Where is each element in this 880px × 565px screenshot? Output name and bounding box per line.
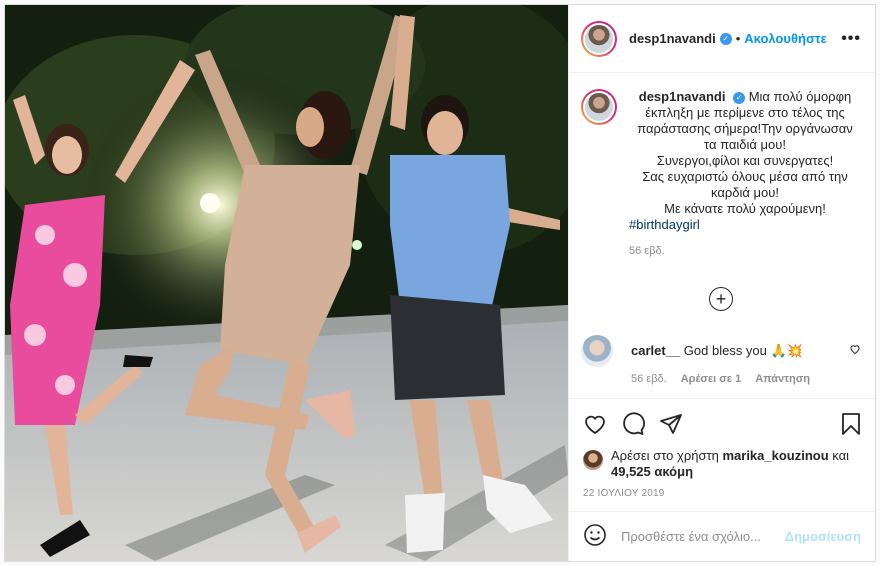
post-dialog: desp1navandi ✓ • Ακολουθήστε ••• desp1na… bbox=[4, 4, 876, 562]
comment-row: carlet__ God bless you 🙏💥 56 εβδ. Αρέσει… bbox=[581, 335, 861, 387]
author-avatar[interactable] bbox=[581, 20, 617, 57]
comment-time[interactable]: 56 εβδ. bbox=[631, 371, 667, 387]
comment-likes[interactable]: Αρέσει σε 1 bbox=[681, 371, 742, 387]
caption-line: Με κάνατε πολύ χαρούμενη! bbox=[664, 201, 826, 216]
commenter-username[interactable]: carlet__ bbox=[631, 343, 680, 358]
heart-icon[interactable] bbox=[583, 412, 607, 436]
caption-line: Μια πολύ όμορφη bbox=[748, 89, 852, 104]
caption-time[interactable]: 56 εβδ. bbox=[629, 243, 861, 259]
verified-icon: ✓ bbox=[719, 32, 732, 45]
reply-button[interactable]: Απάντηση bbox=[755, 371, 810, 387]
more-options-icon[interactable]: ••• bbox=[841, 30, 861, 48]
commenter-avatar[interactable] bbox=[581, 335, 613, 367]
follow-button[interactable]: Ακολουθήστε bbox=[744, 31, 827, 46]
action-bar bbox=[569, 398, 875, 448]
verified-icon: ✓ bbox=[733, 91, 746, 104]
caption-line: Συνεργοι,φίλοι και συνεργατες! bbox=[656, 153, 834, 168]
liker-avatar[interactable] bbox=[583, 450, 603, 470]
liker-username[interactable]: marika_kouzinou bbox=[722, 448, 828, 463]
heart-icon[interactable] bbox=[849, 343, 861, 358]
photo-illustration bbox=[5, 5, 568, 561]
post-photo[interactable] bbox=[5, 5, 568, 561]
author-username[interactable]: desp1navandi bbox=[629, 31, 716, 46]
caption-avatar[interactable] bbox=[581, 89, 617, 125]
separator-dot: • bbox=[735, 31, 741, 46]
comments-area: desp1navandi ✓ Μια πολύ όμορφη έκπληξη μ… bbox=[569, 73, 875, 398]
liked-by-prefix: Αρέσει στο χρήστη bbox=[611, 448, 719, 463]
caption-line: παράστασης σήμερα!Την οργάνωσαν bbox=[637, 121, 853, 136]
liked-by-and: και bbox=[832, 448, 850, 463]
liked-by: Αρέσει στο χρήστη marika_kouzinou και 49… bbox=[569, 448, 875, 480]
plus-circle-icon[interactable]: + bbox=[709, 287, 733, 311]
hashtag-link[interactable]: #birthdaygirl bbox=[629, 217, 861, 233]
post-header: desp1navandi ✓ • Ακολουθήστε ••• bbox=[569, 5, 875, 73]
likes-count[interactable]: 49,525 ακόμη bbox=[611, 464, 693, 479]
comment-input[interactable]: Προσθέστε ένα σχόλιο... bbox=[621, 529, 771, 544]
post-date[interactable]: 22 ΙΟΥΛΙΟΥ 2019 bbox=[569, 480, 875, 511]
publish-button[interactable]: Δημοσίευση bbox=[785, 529, 861, 544]
emoji-icon[interactable] bbox=[583, 523, 607, 550]
caption-username[interactable]: desp1navandi bbox=[639, 89, 726, 104]
bookmark-icon[interactable] bbox=[839, 412, 863, 436]
add-comment-bar: Προσθέστε ένα σχόλιο... Δημοσίευση bbox=[569, 511, 875, 561]
caption-comment: desp1navandi ✓ Μια πολύ όμορφη έκπληξη μ… bbox=[581, 89, 861, 259]
caption-line: έκπληξη με περίμενε στο τέλος της bbox=[645, 105, 845, 120]
caption-line: τα παιδιά μου! bbox=[704, 137, 786, 152]
caption-line: Σας ευχαριστώ όλους μέσα από την bbox=[642, 169, 848, 184]
caption-line: καρδιά μου! bbox=[711, 185, 779, 200]
share-icon[interactable] bbox=[659, 412, 683, 436]
comment-meta: 56 εβδ. Αρέσει σε 1 Απάντηση bbox=[631, 371, 831, 387]
post-sidebar: desp1navandi ✓ • Ακολουθήστε ••• desp1na… bbox=[568, 5, 875, 561]
comment-icon[interactable] bbox=[621, 411, 645, 436]
caption-text: desp1navandi ✓ Μια πολύ όμορφη έκπληξη μ… bbox=[629, 89, 861, 217]
comment-text: God bless you 🙏💥 bbox=[683, 343, 803, 358]
